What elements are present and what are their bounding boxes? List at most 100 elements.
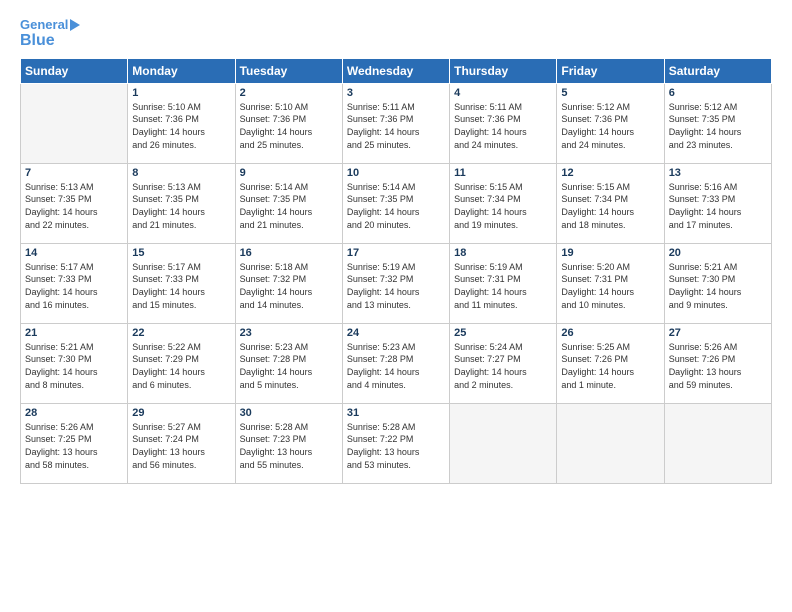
day-info: Sunrise: 5:23 AM Sunset: 7:28 PM Dayligh… <box>240 341 338 391</box>
day-info: Sunrise: 5:28 AM Sunset: 7:23 PM Dayligh… <box>240 421 338 471</box>
day-info: Sunrise: 5:10 AM Sunset: 7:36 PM Dayligh… <box>240 101 338 151</box>
weekday-header-monday: Monday <box>128 58 235 83</box>
calendar-cell: 22 Sunrise: 5:22 AM Sunset: 7:29 PM Dayli… <box>128 323 235 403</box>
day-info: Sunrise: 5:25 AM Sunset: 7:26 PM Dayligh… <box>561 341 659 391</box>
day-number: 31 <box>347 407 445 419</box>
day-info: Sunrise: 5:21 AM Sunset: 7:30 PM Dayligh… <box>669 261 767 311</box>
day-info: Sunrise: 5:14 AM Sunset: 7:35 PM Dayligh… <box>240 181 338 231</box>
calendar-cell: 7 Sunrise: 5:13 AM Sunset: 7:35 PM Daylig… <box>21 163 128 243</box>
day-number: 29 <box>132 407 230 419</box>
logo-general: General <box>20 17 68 32</box>
day-info: Sunrise: 5:17 AM Sunset: 7:33 PM Dayligh… <box>132 261 230 311</box>
day-number: 6 <box>669 87 767 99</box>
week-row-3: 14Sunrise: 5:17 AM Sunset: 7:33 PM Dayli… <box>21 243 772 323</box>
calendar-cell: 18 Sunrise: 5:19 AM Sunset: 7:31 PM Dayli… <box>450 243 557 323</box>
day-number: 10 <box>347 167 445 179</box>
logo-arrow-icon <box>70 19 80 31</box>
calendar-cell: 10 Sunrise: 5:14 AM Sunset: 7:35 PM Dayli… <box>342 163 449 243</box>
day-info: Sunrise: 5:27 AM Sunset: 7:24 PM Dayligh… <box>132 421 230 471</box>
day-info: Sunrise: 5:18 AM Sunset: 7:32 PM Dayligh… <box>240 261 338 311</box>
calendar-cell: 9 Sunrise: 5:14 AM Sunset: 7:35 PM Daylig… <box>235 163 342 243</box>
day-number: 7 <box>25 167 123 179</box>
logo-blue: Blue <box>20 32 55 50</box>
calendar-cell: 6 Sunrise: 5:12 AM Sunset: 7:35 PM Daylig… <box>664 83 771 163</box>
weekday-header-tuesday: Tuesday <box>235 58 342 83</box>
day-info: Sunrise: 5:23 AM Sunset: 7:28 PM Dayligh… <box>347 341 445 391</box>
day-info: Sunrise: 5:11 AM Sunset: 7:36 PM Dayligh… <box>454 101 552 151</box>
calendar-cell: 31 Sunrise: 5:28 AM Sunset: 7:22 PM Dayli… <box>342 403 449 483</box>
logo-text: General <box>20 18 68 32</box>
calendar-cell: 8 Sunrise: 5:13 AM Sunset: 7:35 PM Daylig… <box>128 163 235 243</box>
header: General Blue <box>20 18 772 50</box>
day-number: 20 <box>669 247 767 259</box>
day-number: 8 <box>132 167 230 179</box>
day-number: 21 <box>25 327 123 339</box>
day-info: Sunrise: 5:10 AM Sunset: 7:36 PM Dayligh… <box>132 101 230 151</box>
calendar-cell: 21 Sunrise: 5:21 AM Sunset: 7:30 PM Dayli… <box>21 323 128 403</box>
day-info: Sunrise: 5:16 AM Sunset: 7:33 PM Dayligh… <box>669 181 767 231</box>
day-info: Sunrise: 5:13 AM Sunset: 7:35 PM Dayligh… <box>25 181 123 231</box>
day-number: 24 <box>347 327 445 339</box>
calendar-cell: 28 Sunrise: 5:26 AM Sunset: 7:25 PM Dayli… <box>21 403 128 483</box>
day-info: Sunrise: 5:26 AM Sunset: 7:26 PM Dayligh… <box>669 341 767 391</box>
day-number: 23 <box>240 327 338 339</box>
calendar-cell: 4 Sunrise: 5:11 AM Sunset: 7:36 PM Daylig… <box>450 83 557 163</box>
day-info: Sunrise: 5:21 AM Sunset: 7:30 PM Dayligh… <box>25 341 123 391</box>
day-number: 4 <box>454 87 552 99</box>
day-number: 9 <box>240 167 338 179</box>
calendar-cell: 12 Sunrise: 5:15 AM Sunset: 7:34 PM Dayli… <box>557 163 664 243</box>
day-number: 12 <box>561 167 659 179</box>
calendar-table: SundayMondayTuesdayWednesdayThursdayFrid… <box>20 58 772 484</box>
day-number: 18 <box>454 247 552 259</box>
calendar-cell: 2 Sunrise: 5:10 AM Sunset: 7:36 PM Daylig… <box>235 83 342 163</box>
weekday-header-wednesday: Wednesday <box>342 58 449 83</box>
day-info: Sunrise: 5:12 AM Sunset: 7:35 PM Dayligh… <box>669 101 767 151</box>
day-number: 1 <box>132 87 230 99</box>
day-info: Sunrise: 5:13 AM Sunset: 7:35 PM Dayligh… <box>132 181 230 231</box>
day-info: Sunrise: 5:19 AM Sunset: 7:31 PM Dayligh… <box>454 261 552 311</box>
day-number: 11 <box>454 167 552 179</box>
day-number: 27 <box>669 327 767 339</box>
calendar-cell: 20 Sunrise: 5:21 AM Sunset: 7:30 PM Dayli… <box>664 243 771 323</box>
day-info: Sunrise: 5:28 AM Sunset: 7:22 PM Dayligh… <box>347 421 445 471</box>
week-row-4: 21 Sunrise: 5:21 AM Sunset: 7:30 PM Dayli… <box>21 323 772 403</box>
weekday-header-sunday: Sunday <box>21 58 128 83</box>
day-number: 2 <box>240 87 338 99</box>
day-info: Sunrise: 5:15 AM Sunset: 7:34 PM Dayligh… <box>561 181 659 231</box>
calendar-page: General Blue SundayMondayTuesdayWednesda… <box>0 0 792 612</box>
day-info: Sunrise: 5:22 AM Sunset: 7:29 PM Dayligh… <box>132 341 230 391</box>
calendar-cell: 3Sunrise: 5:11 AM Sunset: 7:36 PM Daylig… <box>342 83 449 163</box>
calendar-cell: 24 Sunrise: 5:23 AM Sunset: 7:28 PM Dayli… <box>342 323 449 403</box>
day-number: 19 <box>561 247 659 259</box>
week-row-5: 28 Sunrise: 5:26 AM Sunset: 7:25 PM Dayli… <box>21 403 772 483</box>
day-info: Sunrise: 5:14 AM Sunset: 7:35 PM Dayligh… <box>347 181 445 231</box>
day-number: 25 <box>454 327 552 339</box>
day-info: Sunrise: 5:19 AM Sunset: 7:32 PM Dayligh… <box>347 261 445 311</box>
calendar-cell: 19 Sunrise: 5:20 AM Sunset: 7:31 PM Dayli… <box>557 243 664 323</box>
week-row-1: 1 Sunrise: 5:10 AM Sunset: 7:36 PM Daylig… <box>21 83 772 163</box>
weekday-header-friday: Friday <box>557 58 664 83</box>
day-number: 30 <box>240 407 338 419</box>
calendar-cell: 16Sunrise: 5:18 AM Sunset: 7:32 PM Dayli… <box>235 243 342 323</box>
day-info: Sunrise: 5:17 AM Sunset: 7:33 PM Dayligh… <box>25 261 123 311</box>
calendar-cell: 27 Sunrise: 5:26 AM Sunset: 7:26 PM Dayli… <box>664 323 771 403</box>
calendar-cell: 25 Sunrise: 5:24 AM Sunset: 7:27 PM Dayli… <box>450 323 557 403</box>
day-info: Sunrise: 5:24 AM Sunset: 7:27 PM Dayligh… <box>454 341 552 391</box>
day-number: 3 <box>347 87 445 99</box>
day-number: 28 <box>25 407 123 419</box>
calendar-cell: 11 Sunrise: 5:15 AM Sunset: 7:34 PM Dayli… <box>450 163 557 243</box>
calendar-cell <box>21 83 128 163</box>
week-row-2: 7 Sunrise: 5:13 AM Sunset: 7:35 PM Daylig… <box>21 163 772 243</box>
calendar-cell: 13Sunrise: 5:16 AM Sunset: 7:33 PM Dayli… <box>664 163 771 243</box>
calendar-cell <box>557 403 664 483</box>
day-info: Sunrise: 5:26 AM Sunset: 7:25 PM Dayligh… <box>25 421 123 471</box>
day-info: Sunrise: 5:15 AM Sunset: 7:34 PM Dayligh… <box>454 181 552 231</box>
calendar-cell: 1 Sunrise: 5:10 AM Sunset: 7:36 PM Daylig… <box>128 83 235 163</box>
logo: General Blue <box>20 18 80 50</box>
weekday-header-thursday: Thursday <box>450 58 557 83</box>
day-info: Sunrise: 5:20 AM Sunset: 7:31 PM Dayligh… <box>561 261 659 311</box>
calendar-cell: 15Sunrise: 5:17 AM Sunset: 7:33 PM Dayli… <box>128 243 235 323</box>
calendar-cell: 29 Sunrise: 5:27 AM Sunset: 7:24 PM Dayli… <box>128 403 235 483</box>
day-number: 26 <box>561 327 659 339</box>
day-number: 22 <box>132 327 230 339</box>
